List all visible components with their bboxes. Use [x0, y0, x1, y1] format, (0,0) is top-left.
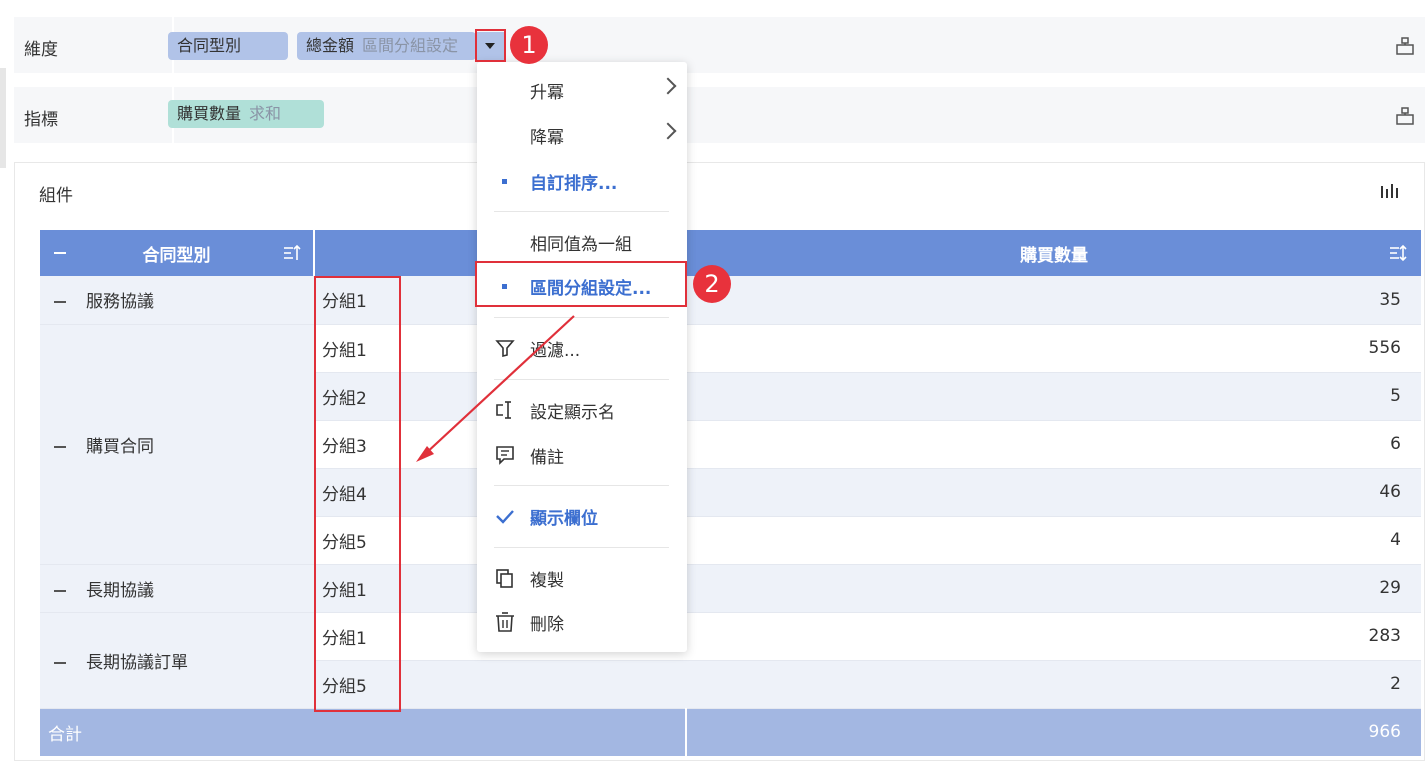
value-cell: 4	[686, 516, 1421, 565]
menu-item-label: 備註	[530, 448, 564, 468]
menu-divider	[494, 485, 669, 486]
menu-item-label: 過濾...	[530, 341, 581, 361]
row-header-cell: 長期協議	[40, 564, 314, 613]
comment-icon	[496, 446, 514, 465]
row-header-cell: 長期協議訂單	[40, 612, 314, 709]
value-cell: 35	[686, 276, 1421, 325]
value-cell: 6	[686, 420, 1421, 469]
range-group-highlight	[475, 261, 687, 307]
field-pill-total-amount[interactable]: 總金額 區間分組設定	[297, 32, 476, 60]
column-header-label: 合同型別	[142, 245, 211, 266]
menu-item-label: 自訂排序...	[530, 174, 618, 194]
row-header-label: 長期協議訂單	[86, 652, 188, 673]
menu-item-label: 降冪	[530, 128, 564, 148]
sort-icon[interactable]	[1389, 244, 1407, 262]
dimension-label: 維度	[24, 40, 58, 60]
checkmark-icon	[496, 510, 514, 524]
menu-item-note[interactable]: 備註	[477, 435, 687, 475]
collapse-icon[interactable]	[54, 445, 66, 448]
field-pill-label: 購買數量	[177, 104, 242, 123]
table-row: 購買合同 分組1 556	[40, 324, 1421, 565]
row-header-label: 購買合同	[86, 436, 154, 457]
menu-item-descending[interactable]: 降冪	[477, 115, 687, 155]
hierarchy-icon[interactable]	[1395, 36, 1415, 56]
filter-icon	[495, 340, 515, 358]
field-pill-sub: 求和	[249, 104, 282, 123]
left-edge-marker	[0, 68, 6, 168]
table-row: 長期協議 分組1 29	[40, 564, 1421, 613]
collapse-icon[interactable]	[54, 252, 66, 254]
menu-item-label: 複製	[530, 571, 564, 591]
chevron-right-icon	[659, 77, 677, 95]
menu-divider	[494, 317, 669, 318]
collapse-icon[interactable]	[54, 301, 66, 304]
hierarchy-icon[interactable]	[1395, 106, 1415, 126]
collapse-icon[interactable]	[54, 661, 66, 664]
group-column-highlight	[314, 276, 401, 712]
menu-item-delete[interactable]: 刪除	[477, 602, 687, 642]
metric-shelf: 指標 購買數量 求和	[14, 87, 1425, 143]
copy-icon	[496, 569, 513, 588]
menu-item-filter[interactable]: 過濾...	[477, 328, 687, 368]
dimension-shelf: 維度 合同型別 總金額 區間分組設定	[14, 17, 1425, 73]
step-badge-1: 1	[510, 26, 548, 64]
column-header-purchase-qty[interactable]: 購買數量	[686, 230, 1421, 276]
row-header-label: 長期協議	[86, 580, 154, 601]
menu-divider	[494, 379, 669, 380]
row-header-cell: 服務協議	[40, 276, 314, 325]
menu-item-label: 顯示欄位	[530, 509, 598, 529]
table-row: 長期協議訂單 分組1 283	[40, 612, 1421, 709]
menu-item-rename[interactable]: 設定顯示名	[477, 390, 687, 430]
menu-item-copy[interactable]: 複製	[477, 558, 687, 598]
total-row: 合計 966	[40, 708, 1421, 756]
menu-divider	[494, 211, 669, 212]
chevron-right-icon	[659, 122, 677, 140]
pivot-table: 合同型別 購買數量 服務協議 分組1 35 購買合同 分組1 556 分組2 5…	[40, 230, 1421, 756]
menu-item-label: 升冪	[530, 83, 564, 103]
value-cell: 556	[686, 324, 1421, 373]
chart-type-icon[interactable]	[1380, 183, 1400, 201]
value-cell: 29	[686, 564, 1421, 613]
menu-item-show-field[interactable]: 顯示欄位	[477, 496, 687, 536]
metric-label: 指標	[24, 110, 58, 130]
value-cell: 46	[686, 468, 1421, 517]
value-cell: 2	[686, 660, 1421, 709]
menu-item-label: 刪除	[530, 615, 564, 635]
collapse-icon[interactable]	[54, 589, 66, 592]
selected-dot-icon	[502, 179, 507, 184]
menu-item-label: 相同值為一組	[530, 235, 632, 255]
total-value: 966	[686, 708, 1421, 756]
menu-item-ascending[interactable]: 升冪	[477, 70, 687, 110]
value-cell: 283	[686, 612, 1421, 661]
menu-item-custom-sort[interactable]: 自訂排序...	[477, 161, 687, 201]
field-pill-label: 總金額	[306, 36, 355, 55]
menu-item-label: 設定顯示名	[530, 403, 615, 423]
row-header-cell: 購買合同	[40, 324, 314, 565]
total-label: 合計	[40, 708, 687, 756]
value-cell: 5	[686, 372, 1421, 421]
field-pill-purchase-qty[interactable]: 購買數量 求和	[168, 100, 324, 128]
dropdown-highlight	[475, 29, 506, 62]
menu-divider	[494, 547, 669, 548]
rename-icon	[496, 401, 511, 419]
row-header-label: 服務協議	[86, 292, 154, 313]
column-header-contract-type[interactable]: 合同型別	[40, 230, 315, 276]
field-pill-contract-type[interactable]: 合同型別	[168, 32, 288, 60]
trash-icon	[496, 612, 514, 632]
widget-title: 組件	[39, 186, 73, 206]
step-badge-2: 2	[693, 265, 731, 303]
field-context-menu: 升冪 降冪 自訂排序... 相同值為一組 區間分組設定... 過濾... 設定顯…	[477, 62, 687, 652]
sort-icon[interactable]	[283, 244, 301, 262]
column-header-label: 購買數量	[1020, 245, 1088, 266]
table-header-row: 合同型別 購買數量	[40, 230, 1421, 276]
field-pill-sub: 區間分組設定	[362, 36, 459, 55]
menu-item-same-value-group[interactable]: 相同值為一組	[477, 222, 687, 262]
field-pill-label: 合同型別	[177, 36, 242, 55]
